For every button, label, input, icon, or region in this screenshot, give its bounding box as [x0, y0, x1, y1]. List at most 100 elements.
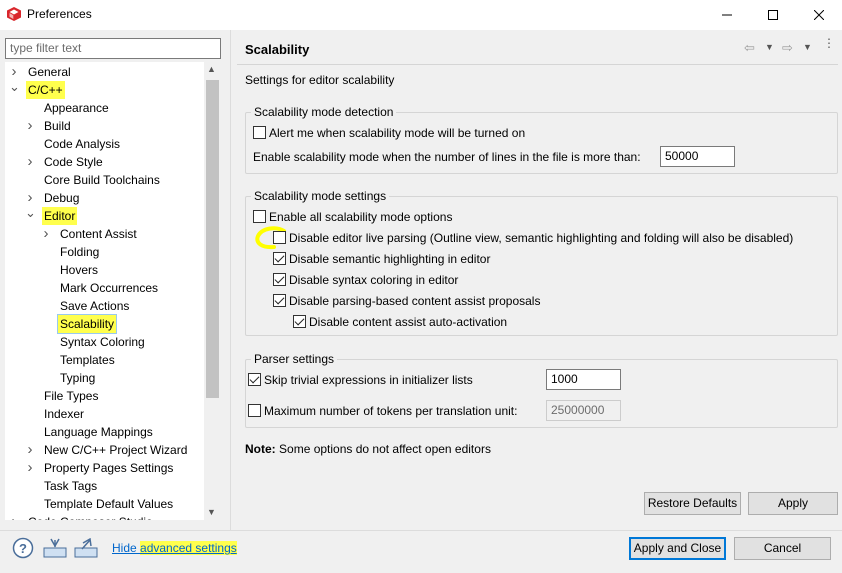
- help-icon[interactable]: ?: [12, 537, 34, 559]
- chevron-right-icon[interactable]: ›: [25, 441, 35, 459]
- tree-item[interactable]: Save Actions: [41, 297, 221, 315]
- tree-item[interactable]: Appearance: [25, 99, 221, 117]
- panel-divider[interactable]: [230, 30, 231, 530]
- lines-threshold-input[interactable]: 50000: [660, 146, 735, 167]
- skip-trivial-expressions-label: Skip trivial expressions in initializer …: [264, 373, 473, 387]
- tree-item-label: Core Build Toolchains: [44, 173, 160, 187]
- tree-item[interactable]: File Types: [25, 387, 221, 405]
- tree-item[interactable]: Syntax Coloring: [41, 333, 221, 351]
- apply-and-close-button[interactable]: Apply and Close: [629, 537, 726, 560]
- note-bold-label: Note:: [245, 442, 276, 456]
- tree-item[interactable]: Task Tags: [25, 477, 221, 495]
- note-line: Note: Some options do not affect open ed…: [245, 441, 491, 457]
- tree-item[interactable]: Core Build Toolchains: [25, 171, 221, 189]
- restore-defaults-button[interactable]: Restore Defaults: [644, 492, 741, 515]
- tree-item[interactable]: Folding: [41, 243, 221, 261]
- max-tokens-input[interactable]: 25000000: [546, 400, 621, 421]
- apply-button[interactable]: Apply: [748, 492, 838, 515]
- tree-item[interactable]: Indexer: [25, 405, 221, 423]
- hide-advanced-settings-link[interactable]: Hide advanced settings: [112, 541, 237, 555]
- back-menu-chevron-icon[interactable]: ▼: [765, 42, 774, 52]
- page-description: Settings for editor scalability: [245, 73, 395, 87]
- tree-item-label: Scalability: [56, 314, 118, 334]
- tree-item[interactable]: › General: [9, 63, 221, 81]
- ccs-app-icon: [7, 7, 21, 21]
- parser-settings-group-title: Parser settings: [251, 352, 338, 366]
- tree-item-label: Content Assist: [60, 227, 137, 241]
- preferences-tree[interactable]: › General ⌄ C/C++ Appearance › Build Code Analy…: [5, 62, 221, 520]
- disable-live-parsing-checkbox[interactable]: [273, 231, 286, 244]
- maximize-button[interactable]: [750, 0, 796, 30]
- close-button[interactable]: [796, 0, 842, 30]
- footer-separator: [0, 530, 842, 531]
- tree-item[interactable]: › Code Style: [25, 153, 221, 171]
- tree-item[interactable]: › Code Composer Studio: [9, 513, 221, 520]
- tree-item-label: Task Tags: [44, 479, 98, 493]
- tree-item[interactable]: ⌄ Editor: [21, 206, 221, 225]
- view-menu-icon[interactable]: ⋮: [823, 37, 835, 49]
- chevron-down-icon[interactable]: ⌄: [9, 80, 20, 99]
- page-title: Scalability: [245, 42, 310, 57]
- chevron-right-icon[interactable]: ›: [25, 459, 35, 477]
- tree-item[interactable]: Code Analysis: [25, 135, 221, 153]
- disable-content-assist-proposals-checkbox[interactable]: [273, 294, 286, 307]
- skip-trivial-expressions-checkbox[interactable]: [248, 373, 261, 386]
- detection-group-title: Scalability mode detection: [251, 105, 397, 119]
- tree-item-label: Language Mappings: [44, 425, 153, 439]
- tree-item[interactable]: Hovers: [41, 261, 221, 279]
- tree-item[interactable]: Scalability: [41, 314, 221, 334]
- tree-item[interactable]: Typing: [41, 369, 221, 387]
- enable-all-checkbox[interactable]: [253, 210, 266, 223]
- disable-live-parsing-label: Disable editor live parsing (Outline vie…: [289, 231, 794, 245]
- import-icon[interactable]: [43, 538, 67, 558]
- title-separator: [237, 64, 838, 65]
- tree-item[interactable]: Language Mappings: [25, 423, 221, 441]
- export-icon[interactable]: [74, 538, 98, 558]
- skip-trivial-expressions-input[interactable]: 1000: [546, 369, 621, 390]
- forward-menu-chevron-icon[interactable]: ▼: [803, 42, 812, 52]
- chevron-right-icon[interactable]: ›: [41, 225, 51, 243]
- tree-item-label: New C/C++ Project Wizard: [44, 443, 188, 457]
- mode-settings-group-title: Scalability mode settings: [251, 189, 390, 203]
- chevron-right-icon[interactable]: ›: [25, 117, 35, 135]
- tree-item-label: Template Default Values: [44, 497, 174, 511]
- tree-item[interactable]: › Debug: [25, 189, 221, 207]
- disable-semantic-highlighting-checkbox[interactable]: [273, 252, 286, 265]
- tree-item[interactable]: › Content Assist: [41, 225, 221, 243]
- tree-item-label: Property Pages Settings: [44, 461, 174, 475]
- disable-auto-activation-checkbox[interactable]: [293, 315, 306, 328]
- disable-content-assist-proposals-label: Disable parsing-based content assist pro…: [289, 294, 541, 308]
- max-tokens-checkbox[interactable]: [248, 404, 261, 417]
- svg-text:?: ?: [19, 541, 27, 556]
- cancel-button[interactable]: Cancel: [734, 537, 831, 560]
- tree-item-label: Typing: [60, 371, 96, 385]
- chevron-right-icon[interactable]: ›: [25, 153, 35, 171]
- forward-arrow-icon[interactable]: ⇨: [782, 40, 793, 56]
- tree-item[interactable]: Template Default Values: [25, 495, 221, 513]
- minimize-button[interactable]: [704, 0, 750, 30]
- tree-item[interactable]: Mark Occurrences: [41, 279, 221, 297]
- chevron-down-icon[interactable]: ⌄: [25, 206, 36, 225]
- tree-item[interactable]: › Build: [25, 117, 221, 135]
- tree-item-label: General: [28, 65, 71, 79]
- tree-item[interactable]: Templates: [41, 351, 221, 369]
- note-text: Some options do not affect open editors: [279, 442, 491, 456]
- alert-checkbox[interactable]: [253, 126, 266, 139]
- tree-item[interactable]: › Property Pages Settings: [25, 459, 221, 477]
- disable-syntax-coloring-checkbox[interactable]: [273, 273, 286, 286]
- scroll-down-arrow-icon[interactable]: ▼: [207, 507, 216, 517]
- chevron-right-icon[interactable]: ›: [9, 513, 19, 520]
- max-tokens-label: Maximum number of tokens per translation…: [264, 404, 518, 418]
- tree-scrollbar-thumb[interactable]: [206, 80, 219, 398]
- filter-input[interactable]: type filter text: [5, 38, 221, 59]
- scroll-up-arrow-icon[interactable]: ▲: [207, 64, 216, 74]
- tree-item[interactable]: ⌄ C/C++: [5, 80, 221, 99]
- tree-item[interactable]: › New C/C++ Project Wizard: [25, 441, 221, 459]
- back-arrow-icon[interactable]: ⇦: [744, 40, 755, 56]
